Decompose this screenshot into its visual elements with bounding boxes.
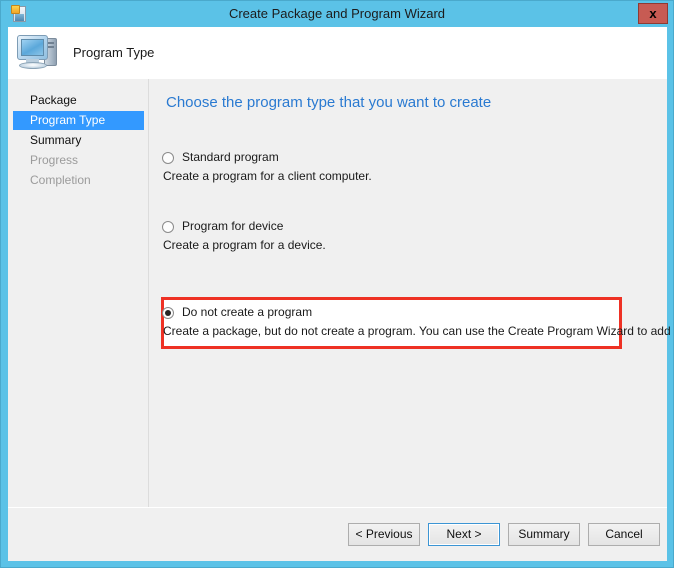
- sidebar-item-label: Completion: [30, 173, 91, 187]
- wizard-body: Package Program Type Summary Progress Co…: [8, 79, 674, 507]
- sidebar-item-package[interactable]: Package: [13, 91, 144, 110]
- computer-icon: [17, 32, 63, 74]
- close-icon[interactable]: x: [638, 3, 668, 24]
- option-description: Create a program for a device.: [163, 238, 326, 252]
- option-description: Create a package, but do not create a pr…: [163, 324, 674, 338]
- next-button[interactable]: Next >: [428, 523, 500, 546]
- option-label: Do not create a program: [182, 305, 313, 319]
- option-label: Program for device: [182, 219, 284, 233]
- sidebar-item-summary[interactable]: Summary: [13, 131, 144, 150]
- wizard-window: Create Package and Program Wizard x Prog…: [0, 0, 674, 568]
- title-bar: Create Package and Program Wizard x: [1, 1, 673, 27]
- previous-button[interactable]: < Previous: [348, 523, 420, 546]
- sidebar-item-label: Progress: [30, 153, 79, 167]
- sidebar-item-label: Program Type: [30, 113, 106, 127]
- sidebar-item-completion: Completion: [13, 171, 144, 190]
- window-title: Create Package and Program Wizard: [228, 6, 446, 21]
- radio-standard-program[interactable]: [162, 152, 174, 164]
- option-description: Create a program for a client computer.: [163, 169, 372, 183]
- sidebar-item-program-type[interactable]: Program Type: [13, 111, 144, 130]
- wizard-header: Program Type: [8, 27, 667, 79]
- wizard-content: Choose the program type that you want to…: [149, 79, 674, 507]
- sidebar-item-label: Package: [30, 93, 77, 107]
- wizard-step-list: Package Program Type Summary Progress Co…: [8, 79, 148, 507]
- cancel-button[interactable]: Cancel: [588, 523, 660, 546]
- radio-program-for-device[interactable]: [162, 221, 174, 233]
- radio-do-not-create-program[interactable]: [162, 307, 174, 319]
- wizard-footer: < Previous Next > Summary Cancel: [8, 507, 667, 561]
- summary-button[interactable]: Summary: [508, 523, 580, 546]
- sidebar-item-progress: Progress: [13, 151, 144, 170]
- option-label: Standard program: [182, 150, 279, 164]
- content-heading: Choose the program type that you want to…: [166, 94, 492, 111]
- sidebar-item-label: Summary: [30, 133, 82, 147]
- page-title: Program Type: [73, 45, 155, 60]
- footer-divider: [8, 507, 667, 508]
